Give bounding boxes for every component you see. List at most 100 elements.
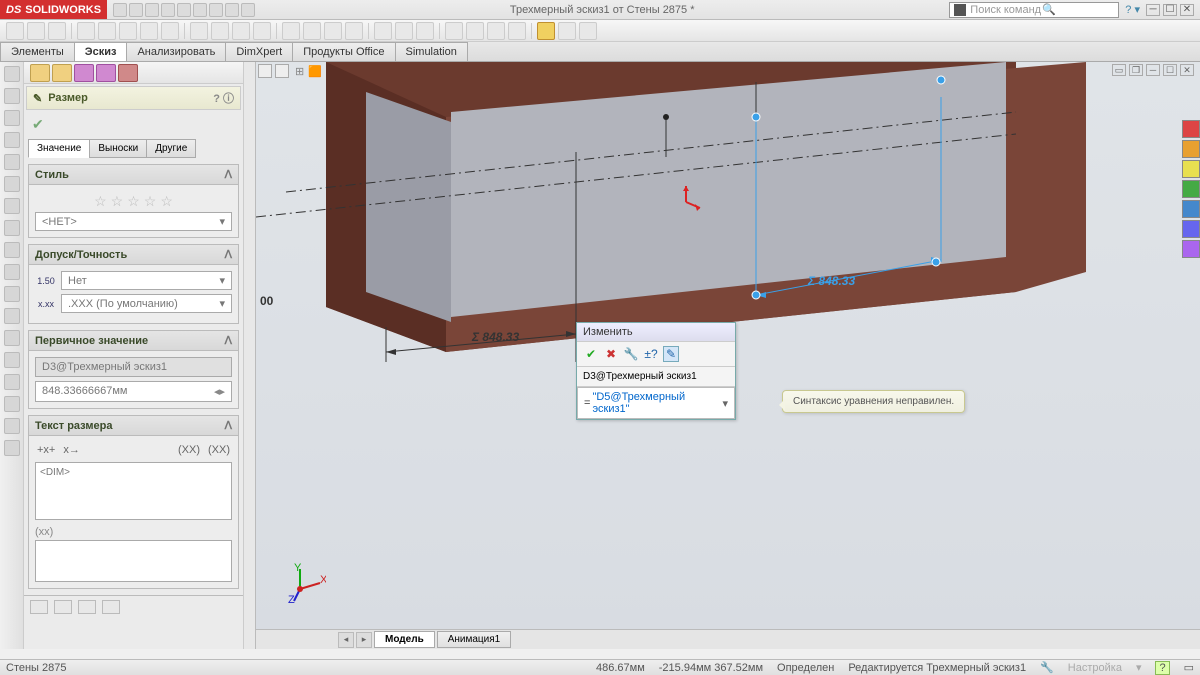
tool-icon[interactable] <box>4 110 20 126</box>
tool-icon[interactable] <box>4 374 20 390</box>
help-icon[interactable]: ? ▾ <box>1125 3 1140 16</box>
rebuild-icon[interactable] <box>225 3 239 17</box>
tab-sketch[interactable]: Эскиз <box>74 42 128 61</box>
tool-icon[interactable] <box>4 220 20 236</box>
tool-icon[interactable] <box>558 22 576 40</box>
tab-dimxpert[interactable]: DimXpert <box>225 42 293 61</box>
status-help-icon[interactable]: ? <box>1155 661 1169 675</box>
new-icon[interactable] <box>113 3 127 17</box>
tool-icon[interactable] <box>48 22 66 40</box>
tab-prev-icon[interactable]: ◂ <box>338 632 354 648</box>
tool-icon[interactable] <box>4 396 20 412</box>
tool-icon[interactable] <box>4 176 20 192</box>
feature-tree-tab[interactable] <box>30 64 50 82</box>
move-icon[interactable] <box>345 22 363 40</box>
tool-icon[interactable] <box>4 352 20 368</box>
trim-icon[interactable] <box>190 22 208 40</box>
tool-icon[interactable] <box>445 22 463 40</box>
dim-name-field[interactable]: D3@Трехмерный эскиз1 <box>35 357 232 377</box>
save-icon[interactable] <box>145 3 159 17</box>
status-flag-icon[interactable]: ▭ <box>1184 661 1194 674</box>
tool-icon[interactable] <box>4 264 20 280</box>
close-button[interactable]: ✕ <box>1180 4 1194 16</box>
style-select[interactable]: <НЕТ>▾ <box>35 212 232 231</box>
tool-icon[interactable] <box>6 22 24 40</box>
favorites[interactable]: ☆☆☆☆☆ <box>35 191 232 212</box>
tol-type-select[interactable]: Нет▾ <box>61 271 232 290</box>
group-dim-text[interactable]: Текст размераⴷ <box>28 415 239 436</box>
dim-text-area-2[interactable] <box>35 540 232 582</box>
property-tab[interactable] <box>52 64 72 82</box>
tool-icon[interactable] <box>4 242 20 258</box>
offset-icon[interactable] <box>232 22 250 40</box>
mirror-icon[interactable] <box>253 22 271 40</box>
undo-icon[interactable] <box>177 3 191 17</box>
reverse-icon[interactable]: ±? <box>643 346 659 362</box>
tool-icon[interactable] <box>4 308 20 324</box>
extend-icon[interactable] <box>211 22 229 40</box>
arc-icon[interactable] <box>140 22 158 40</box>
spinner-icon[interactable]: ◂▸ <box>214 385 225 398</box>
view-palette-tab-icon[interactable] <box>1182 180 1200 198</box>
circle-icon[interactable] <box>119 22 137 40</box>
dim-label-2[interactable]: Σ 848.33 <box>808 274 855 288</box>
resources-tab-icon[interactable] <box>1182 120 1200 138</box>
custom-label[interactable]: Настройка <box>1068 662 1122 674</box>
appearance-tab-icon[interactable] <box>1182 200 1200 218</box>
spline-icon[interactable] <box>161 22 179 40</box>
dim-text-area[interactable]: <DIM> <box>35 462 232 520</box>
tool-icon[interactable] <box>4 286 20 302</box>
tool-icon[interactable] <box>487 22 505 40</box>
tab-other[interactable]: Другие <box>146 139 196 158</box>
tab-next-icon[interactable]: ▸ <box>356 632 372 648</box>
ok-check[interactable]: ✔ <box>24 112 243 137</box>
tab-elements[interactable]: Элементы <box>0 42 75 61</box>
tool-icon[interactable] <box>4 88 20 104</box>
tool-icon[interactable] <box>466 22 484 40</box>
rect-icon[interactable] <box>98 22 116 40</box>
tool-icon[interactable] <box>27 22 45 40</box>
tab-animation[interactable]: Анимация1 <box>437 631 512 648</box>
select-icon[interactable] <box>209 3 223 17</box>
options-icon[interactable] <box>241 3 255 17</box>
forum-tab-icon[interactable] <box>1182 240 1200 258</box>
tab-office[interactable]: Продукты Office <box>292 42 395 61</box>
tab-leaders[interactable]: Выноски <box>89 139 147 158</box>
cancel-button[interactable]: ✖ <box>603 346 619 362</box>
tool-icon[interactable] <box>4 154 20 170</box>
properties-tab-icon[interactable] <box>1182 220 1200 238</box>
align-justify-icon[interactable] <box>102 600 120 614</box>
dim-value-field[interactable]: 848.33666667мм◂▸ <box>35 381 232 402</box>
align-left-icon[interactable] <box>30 600 48 614</box>
dim-label-1[interactable]: Σ 848.33 <box>472 330 519 344</box>
relation-icon[interactable] <box>303 22 321 40</box>
panel-scrollbar[interactable] <box>243 62 255 649</box>
display-tab[interactable] <box>118 64 138 82</box>
tab-value[interactable]: Значение <box>28 139 90 158</box>
mark-icon[interactable]: ✎ <box>663 346 679 362</box>
align-center-icon[interactable] <box>54 600 72 614</box>
dimxpert-tab[interactable] <box>96 64 116 82</box>
rebuild-icon[interactable]: 🔧 <box>623 346 639 362</box>
tool-icon[interactable] <box>4 132 20 148</box>
group-style[interactable]: Стильⴷ <box>28 164 239 185</box>
tool-icon[interactable] <box>508 22 526 40</box>
open-icon[interactable] <box>129 3 143 17</box>
tool-icon[interactable] <box>4 198 20 214</box>
help-icon[interactable]: ? ⓘ <box>213 90 234 106</box>
tool-icon[interactable] <box>4 66 20 82</box>
tab-simulation[interactable]: Simulation <box>395 42 468 61</box>
tool-icon[interactable] <box>4 330 20 346</box>
minimize-button[interactable]: ─ <box>1146 4 1160 16</box>
snap-icon[interactable] <box>395 22 413 40</box>
group-primary-value[interactable]: Первичное значениеⴷ <box>28 330 239 351</box>
grid-icon[interactable] <box>374 22 392 40</box>
unit-icon[interactable]: 🔧 <box>1040 661 1054 674</box>
maximize-button[interactable]: ☐ <box>1163 4 1177 16</box>
library-tab-icon[interactable] <box>1182 140 1200 158</box>
tab-model[interactable]: Модель <box>374 631 435 648</box>
dim-icon[interactable] <box>282 22 300 40</box>
tool-icon[interactable] <box>579 22 597 40</box>
pattern-icon[interactable] <box>324 22 342 40</box>
tool-icon[interactable] <box>4 418 20 434</box>
